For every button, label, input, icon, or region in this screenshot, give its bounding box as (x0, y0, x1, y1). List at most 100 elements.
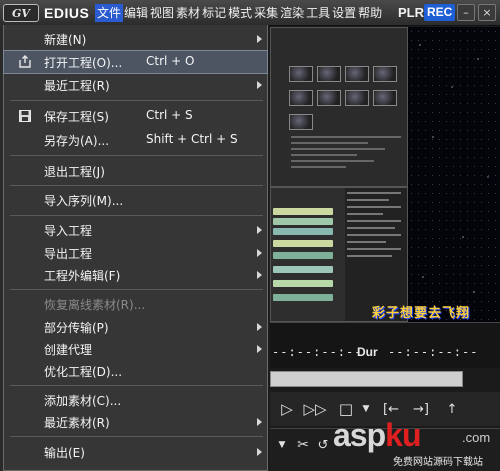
duration-timecode: --:--:--:-- (388, 345, 479, 359)
menu-item-save-project[interactable]: 保存工程(S) Ctrl + S (4, 105, 267, 127)
clip-thumbnail[interactable] (317, 90, 341, 106)
duration-label: Dur (357, 345, 378, 359)
plr-mode-button[interactable]: PLR (398, 5, 424, 20)
track-clip[interactable] (273, 266, 333, 273)
bin-details (291, 136, 401, 172)
position-slider[interactable] (270, 371, 463, 387)
menu-marker[interactable]: 标记 (201, 4, 227, 22)
floppy-disk-icon (19, 110, 31, 122)
menu-item-label: 部分传输(P) (44, 321, 109, 335)
menu-item-import-project[interactable]: 导入工程 (4, 219, 267, 241)
menu-item-optimize-project[interactable]: 优化工程(D)... (4, 360, 267, 382)
menu-item-label: 最近素材(R) (44, 416, 110, 430)
submenu-arrow-icon (257, 35, 262, 43)
watermark-logo: aspku (333, 417, 421, 454)
menu-tools[interactable]: 工具 (305, 4, 331, 22)
menu-bar: 文件 编辑 视图 素材 标记 模式 采集 渲染 工具 设置 帮助 (95, 4, 383, 22)
chevron-down-icon[interactable]: ▼ (275, 434, 289, 456)
track-clip[interactable] (273, 294, 333, 301)
close-icon[interactable]: × (478, 4, 496, 21)
minimize-icon[interactable]: – (457, 4, 475, 21)
submenu-arrow-icon (257, 418, 262, 426)
menu-item-recent-clips[interactable]: 最近素材(R) (4, 411, 267, 433)
track-clip[interactable] (273, 228, 333, 235)
clip-thumbnail[interactable] (289, 90, 313, 106)
menu-item-label: 打开工程(O)... (44, 56, 123, 70)
clip-thumbnail[interactable] (289, 114, 313, 130)
menu-separator (10, 155, 263, 156)
menu-item-create-proxy[interactable]: 创建代理 (4, 338, 267, 360)
in-timecode: --:--:--:-- (272, 345, 363, 359)
clip-thumbnail[interactable] (289, 66, 313, 82)
ripple-icon[interactable]: ↺ (314, 434, 332, 456)
menu-item-shortcut: Ctrl + S (146, 108, 193, 122)
menu-item-recent-projects[interactable]: 最近工程(R) (4, 74, 267, 96)
menu-item-import-sequence[interactable]: 导入序列(M)... (4, 189, 267, 211)
menu-help[interactable]: 帮助 (357, 4, 383, 22)
menu-item-shortcut: Shift + Ctrl + S (146, 132, 238, 146)
submenu-arrow-icon (257, 323, 262, 331)
menu-item-label: 导入工程 (44, 224, 93, 238)
menu-separator (10, 289, 263, 290)
preview-caption: 彩子想要去飞翔 (372, 302, 470, 321)
menu-file[interactable]: 文件 (95, 4, 124, 22)
menu-item-external-edit[interactable]: 工程外编辑(F) (4, 264, 267, 286)
clip-thumbnail[interactable] (345, 66, 369, 82)
menu-separator (10, 385, 263, 386)
bin-window (270, 27, 408, 187)
submenu-arrow-icon (257, 271, 262, 279)
menu-item-open-project[interactable]: 打开工程(O)... Ctrl + O (3, 50, 268, 74)
menu-capture[interactable]: 采集 (253, 4, 279, 22)
menu-separator (10, 215, 263, 216)
menu-mode[interactable]: 模式 (227, 4, 253, 22)
menu-separator (10, 436, 263, 437)
clip-thumbnail[interactable] (373, 66, 397, 82)
track-clip[interactable] (273, 280, 333, 287)
menu-clip[interactable]: 素材 (175, 4, 201, 22)
menu-item-add-clip[interactable]: 添加素材(C)... (4, 389, 267, 411)
menu-item-new[interactable]: 新建(N) (4, 28, 267, 50)
watermark-subtitle: 免费网站源码下载站 (393, 457, 483, 468)
menu-separator (10, 185, 263, 186)
rec-mode-button[interactable]: REC (424, 4, 456, 21)
menu-item-label: 退出工程(J) (44, 165, 105, 179)
menu-item-label: 优化工程(D)... (44, 365, 123, 379)
scissors-icon[interactable]: ✂ (292, 434, 314, 456)
menu-item-partial-transfer[interactable]: 部分传输(P) (4, 316, 267, 338)
fast-forward-icon[interactable]: ▷▷ (302, 398, 328, 420)
submenu-arrow-icon (257, 345, 262, 353)
file-menu-dropdown: 新建(N) 打开工程(O)... Ctrl + O 最近工程(R) 保存工程(S… (3, 25, 268, 471)
menu-item-label: 导出工程 (44, 247, 93, 261)
menu-item-label: 添加素材(C)... (44, 394, 122, 408)
menu-item-export[interactable]: 输出(E) (4, 441, 267, 463)
clip-thumbnail[interactable] (317, 66, 341, 82)
track-clip[interactable] (273, 252, 333, 259)
track-clip[interactable] (273, 240, 333, 247)
insert-icon[interactable]: ↑ (440, 398, 464, 420)
menu-item-close-project[interactable]: 退出工程(J) (4, 160, 267, 182)
submenu-arrow-icon (257, 226, 262, 234)
submenu-arrow-icon (257, 249, 262, 257)
menu-item-label: 输出(E) (44, 446, 85, 460)
play-icon[interactable]: ▷ (276, 398, 298, 420)
menu-item-export-project[interactable]: 导出工程 (4, 242, 267, 264)
menu-view[interactable]: 视图 (149, 4, 175, 22)
menu-item-label: 创建代理 (44, 343, 93, 357)
clip-info-list (347, 192, 407, 262)
menu-render[interactable]: 渲染 (279, 4, 305, 22)
menu-item-label: 导入序列(M)... (44, 194, 124, 208)
clip-thumbnail[interactable] (345, 90, 369, 106)
track-clip[interactable] (273, 218, 333, 225)
clip-thumbnail[interactable] (373, 90, 397, 106)
preview-monitor (408, 27, 500, 322)
folder-open-icon (19, 55, 31, 68)
menu-item-label: 恢复离线素材(R)... (44, 298, 146, 312)
menu-item-save-as[interactable]: 另存为(A)... Shift + Ctrl + S (4, 129, 267, 151)
submenu-arrow-icon (257, 81, 262, 89)
track-clip[interactable] (273, 208, 333, 215)
menu-settings[interactable]: 设置 (331, 4, 357, 22)
track-panel (271, 188, 345, 321)
menu-edit[interactable]: 编辑 (123, 4, 149, 22)
grass-valley-logo: GV (3, 4, 39, 22)
menu-item-restore-offline-clip: 恢复离线素材(R)... (4, 293, 267, 315)
